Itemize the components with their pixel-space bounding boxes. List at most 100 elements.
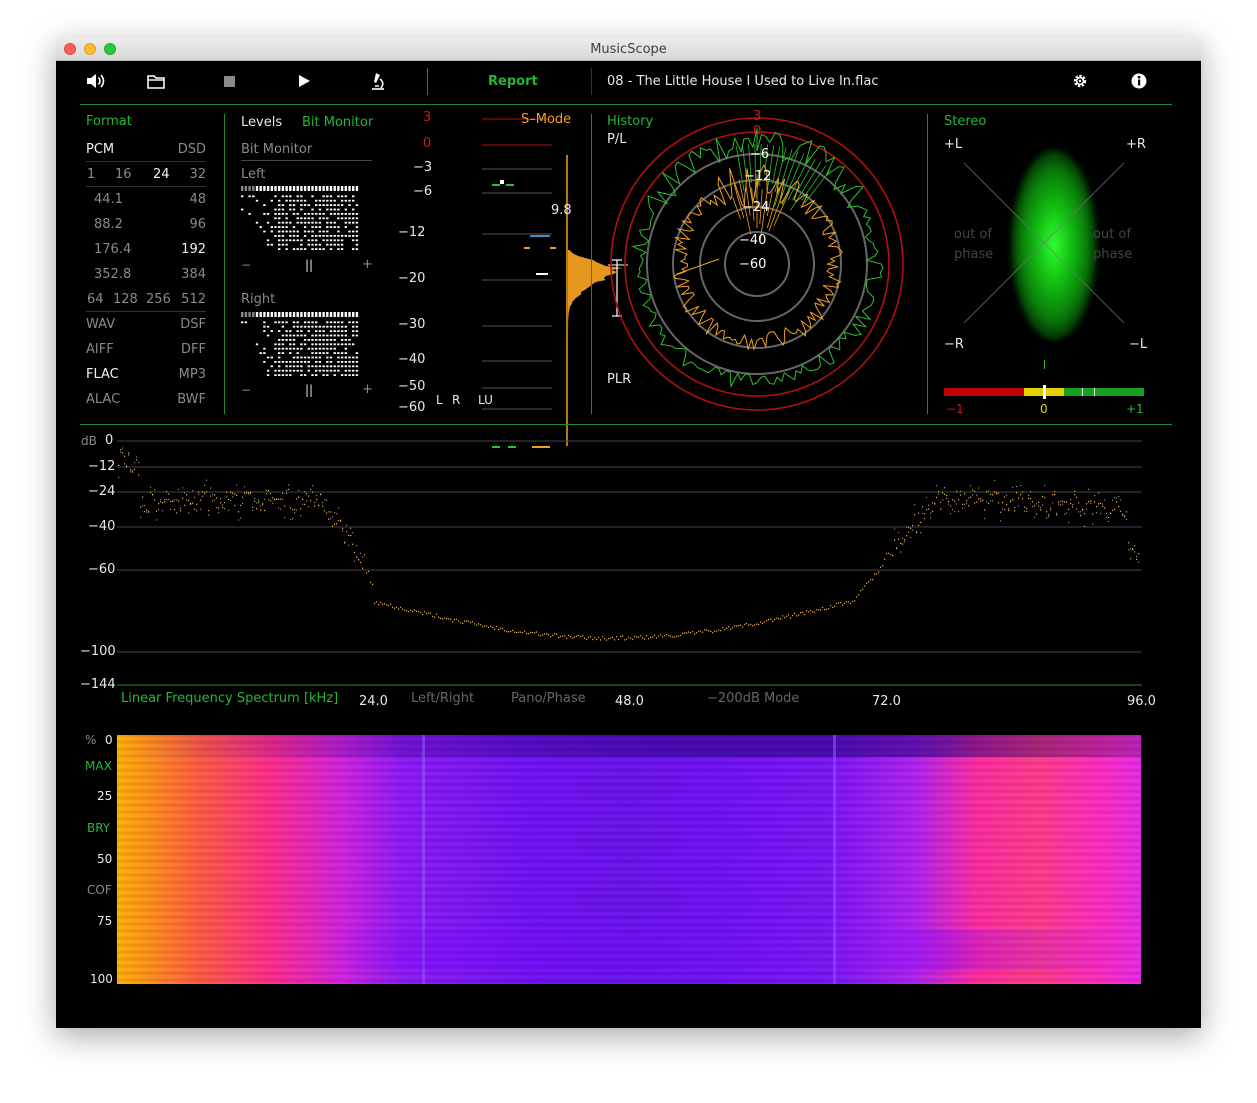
- info-icon[interactable]: [1127, 70, 1151, 92]
- tab-bit-monitor[interactable]: Bit Monitor: [302, 116, 373, 129]
- spectrum-y-tick-6: −144: [80, 677, 116, 692]
- title-bar[interactable]: MusicScope: [56, 38, 1201, 61]
- plus-l-label: +L: [944, 137, 963, 152]
- gear-icon[interactable]: [1068, 70, 1092, 92]
- spectrogram-tick-75: 75: [97, 914, 113, 928]
- minus-l-label: −L: [1129, 337, 1148, 352]
- left-plus-button[interactable]: +: [362, 258, 373, 271]
- play-icon[interactable]: [292, 70, 316, 92]
- format-option-48: 48: [189, 192, 206, 207]
- channel-label-lu: LU: [478, 393, 493, 407]
- level-meter: [482, 118, 628, 448]
- minus-200db-mode-button[interactable]: −200dB Mode: [707, 692, 799, 705]
- format-row-divider: [86, 186, 206, 187]
- meter-tick-6: −30: [398, 317, 426, 332]
- left-pause-button[interactable]: ||: [305, 259, 313, 271]
- format-option-alac: ALAC: [86, 392, 121, 407]
- format-option-24: 24: [153, 167, 170, 182]
- format-option-44-1: 44.1: [94, 192, 123, 207]
- format-option-wav: WAV: [86, 317, 116, 332]
- format-option-dsf: DSF: [180, 317, 206, 332]
- spectrum-y-tick-0: 0: [105, 433, 114, 448]
- spectrogram: [117, 735, 1141, 984]
- report-button[interactable]: Report: [488, 75, 538, 88]
- folder-icon[interactable]: [144, 70, 168, 92]
- section-separator: [80, 424, 1172, 425]
- left-channel-label: Left: [241, 167, 266, 182]
- toolbar-divider: [427, 68, 428, 95]
- spectrum-y-tick-3: −40: [88, 519, 116, 534]
- spectrum-y-tick-4: −60: [88, 562, 116, 577]
- meter-tick-4: −12: [398, 225, 426, 240]
- x-tick-48: 48.0: [615, 694, 644, 709]
- format-option-176-4: 176.4: [94, 242, 132, 257]
- speaker-icon[interactable]: [84, 70, 108, 92]
- stereo-label: Stereo: [944, 114, 987, 129]
- meter-tick-8: −50: [398, 379, 426, 394]
- toolbar-divider: [591, 68, 592, 95]
- x-tick-72: 72.0: [872, 694, 901, 709]
- format-option-flac: FLAC: [86, 367, 119, 382]
- history-ring-label-4: −24: [742, 200, 770, 215]
- out-of-phase-right-2: phase: [1093, 247, 1133, 262]
- format-option-128: 128: [113, 292, 138, 307]
- correlation-max-label: +1: [1126, 402, 1144, 416]
- right-plus-button[interactable]: +: [362, 383, 373, 396]
- marker-cof[interactable]: COF: [87, 884, 112, 896]
- bit-grid-right: [241, 312, 359, 376]
- format-option-dsd: DSD: [177, 142, 206, 157]
- meter-tick-5: −20: [398, 271, 426, 286]
- tab-levels[interactable]: Levels: [241, 116, 282, 129]
- pano-phase-button[interactable]: Pano/Phase: [511, 692, 586, 705]
- marker-bry[interactable]: BRY: [87, 822, 110, 834]
- correlation-mid-label: 0: [1040, 402, 1048, 416]
- out-of-phase-left-2: phase: [954, 247, 994, 262]
- right-minus-button[interactable]: −: [241, 384, 251, 396]
- out-of-phase-right-1: out of: [1093, 227, 1131, 242]
- format-option-1: 1: [87, 167, 96, 182]
- format-row-divider: [86, 161, 206, 162]
- format-option-88-2: 88.2: [94, 217, 123, 232]
- correlation-meter: [944, 385, 1144, 399]
- channel-label-l: L: [436, 393, 443, 407]
- right-channel-label: Right: [241, 292, 276, 307]
- right-pause-button[interactable]: ||: [305, 384, 313, 396]
- panel-divider: [224, 114, 225, 414]
- track-title: 08 - The Little House I Used to Live In.…: [607, 74, 879, 89]
- goniometer-axes: [963, 162, 1125, 324]
- history-ring-label-1: 0: [753, 124, 762, 139]
- spectrum-y-tick-2: −24: [88, 484, 116, 499]
- microscope-icon[interactable]: [366, 70, 390, 92]
- meter-tick-3: −6: [413, 184, 433, 199]
- spectrum-mode-label[interactable]: Linear Frequency Spectrum [kHz]: [121, 692, 338, 705]
- app-window: MusicScope Report 08 - The Little House …: [56, 38, 1201, 1028]
- format-option-384: 384: [181, 267, 206, 282]
- panel-divider: [591, 114, 592, 414]
- spectrum-y-tick-5: −100: [80, 644, 116, 659]
- bit-monitor-underline: [241, 160, 372, 161]
- format-option-256: 256: [146, 292, 171, 307]
- format-option-192: 192: [181, 242, 206, 257]
- spectrogram-tick-50: 50: [97, 852, 113, 866]
- format-option-16: 16: [115, 167, 132, 182]
- s-mode-button[interactable]: S–Mode: [521, 113, 571, 126]
- loudness-range-value: 9.8: [551, 203, 572, 218]
- spectrogram-unit: %: [85, 733, 97, 747]
- format-option-352-8: 352.8: [94, 267, 132, 282]
- marker-max[interactable]: MAX: [85, 760, 112, 772]
- stop-icon[interactable]: [218, 70, 242, 92]
- meter-tick-1: 0: [423, 136, 432, 151]
- format-option-dff: DFF: [181, 342, 206, 357]
- left-minus-button[interactable]: −: [241, 259, 251, 271]
- spectrogram-tick-100: 100: [90, 972, 113, 986]
- spectrogram-tick-0: 0: [105, 733, 113, 747]
- format-option-96: 96: [189, 217, 206, 232]
- x-tick-24: 24.0: [359, 694, 388, 709]
- meter-tick-2: −3: [413, 160, 433, 175]
- meter-tick-7: −40: [398, 352, 426, 367]
- left-right-button[interactable]: Left/Right: [411, 692, 474, 705]
- correlation-indicator: [1044, 360, 1045, 369]
- x-tick-96: 96.0: [1127, 694, 1156, 709]
- format-option-512: 512: [181, 292, 206, 307]
- format-label: Format: [86, 114, 132, 129]
